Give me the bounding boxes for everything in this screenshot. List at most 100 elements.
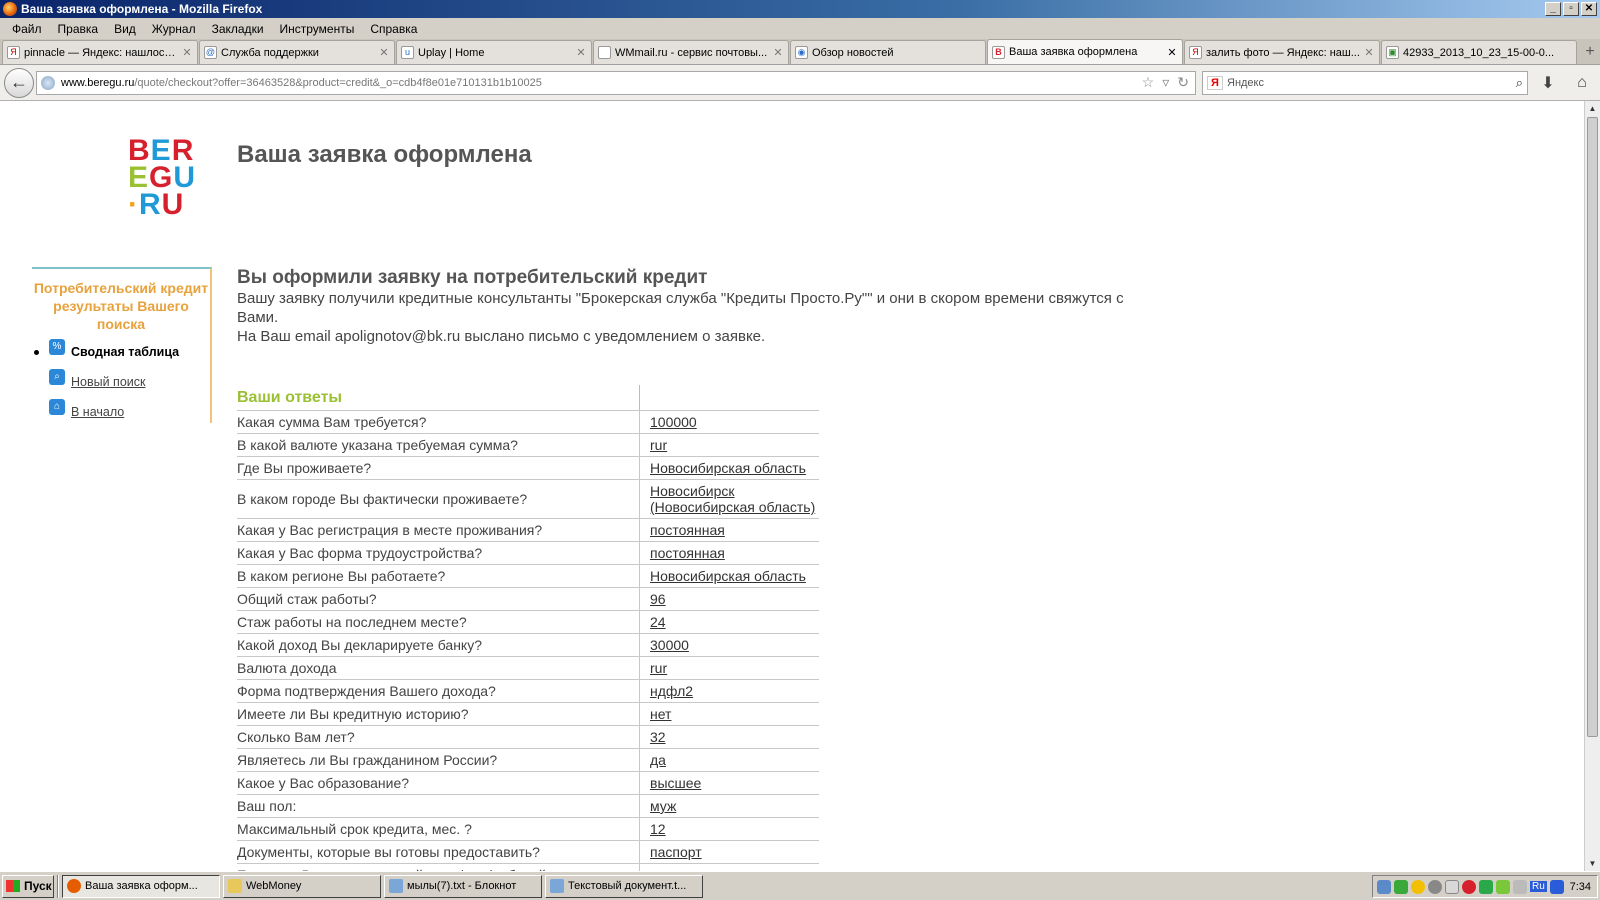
tab[interactable]: @ Служба поддержки ✕ — [199, 40, 395, 64]
tab[interactable]: WMmail.ru - сервис почтовы... ✕ — [593, 40, 789, 64]
scroll-down-icon[interactable]: ▼ — [1585, 856, 1600, 871]
menu-file[interactable]: Файл — [4, 22, 50, 36]
answer-link[interactable]: нет — [640, 864, 819, 871]
scrollbar-thumb[interactable] — [1587, 117, 1598, 737]
antivirus-icon[interactable] — [1462, 879, 1476, 894]
download-icon[interactable]: ⬇ — [1534, 73, 1562, 93]
answer-link[interactable]: нет — [640, 703, 819, 725]
search-input[interactable]: Я Яндекс ⌕ — [1202, 70, 1528, 95]
tab-close-icon[interactable]: ✕ — [378, 46, 390, 59]
answer-link[interactable]: 24 — [640, 611, 819, 633]
taskbar-item-firefox[interactable]: Ваша заявка оформ... — [62, 874, 220, 898]
sidebar-item-label[interactable]: В начало — [71, 405, 124, 419]
sidebar-item-new-search[interactable]: ⌕ Новый поиск — [49, 369, 145, 389]
news-icon: ◉ — [795, 46, 808, 59]
shield-icon[interactable] — [1394, 879, 1408, 894]
reload-icon[interactable]: ↻ — [1177, 74, 1189, 91]
answer-link[interactable]: постоянная — [640, 542, 819, 564]
question-cell: Имеете ли Вы кредитную историю? — [237, 703, 640, 725]
tab[interactable]: Язалить фото — Яндекс: наш... ✕ — [1184, 40, 1380, 64]
home-icon: ⌂ — [49, 399, 65, 415]
answer-link[interactable]: да — [640, 749, 819, 771]
tab-close-icon[interactable]: ✕ — [1363, 46, 1375, 59]
answer-link[interactable]: высшее — [640, 772, 819, 794]
table-icon[interactable] — [1445, 879, 1459, 894]
network-icon[interactable] — [1377, 879, 1391, 894]
volume-icon[interactable] — [1513, 879, 1527, 894]
language-indicator[interactable]: Ru — [1530, 881, 1547, 892]
arrow-icon[interactable] — [1549, 879, 1564, 894]
answer-link[interactable]: Новосибирская область — [640, 565, 819, 587]
settings-icon[interactable] — [1428, 879, 1442, 894]
tab[interactable]: ▣ 42933_2013_10_23_15-00-0... — [1381, 40, 1577, 64]
menu-help[interactable]: Справка — [362, 22, 425, 36]
answer-link[interactable]: 96 — [640, 588, 819, 610]
tab[interactable]: ◉ Обзор новостей — [790, 40, 986, 64]
minimize-button[interactable]: _ — [1545, 2, 1561, 16]
taskbar-item-notepad[interactable]: мылы(7).txt - Блокнот — [384, 874, 542, 898]
sidebar-item-label: Сводная таблица — [71, 345, 180, 359]
sidebar-heading: Потребительский кредит результаты Вашего… — [33, 280, 209, 332]
question-cell: Какой доход Вы декларируете банку? — [237, 634, 640, 656]
tab-active[interactable]: B Ваша заявка оформлена ✕ — [987, 39, 1183, 64]
menu-view[interactable]: Вид — [106, 22, 144, 36]
answer-link[interactable]: Новосибирск (Новосибирская область) — [640, 480, 819, 518]
system-tray: Ru 7:34 — [1372, 875, 1598, 898]
update-icon[interactable] — [1496, 879, 1510, 894]
search-icon[interactable]: ⌕ — [1516, 75, 1523, 91]
menu-edit[interactable]: Правка — [50, 22, 107, 36]
start-button[interactable]: Пуск — [2, 874, 54, 898]
answer-link[interactable]: ндфл2 — [640, 680, 819, 702]
home-icon[interactable]: ⌂ — [1568, 74, 1596, 92]
answer-link[interactable]: муж — [640, 795, 819, 817]
sidebar-item-summary[interactable]: % Сводная таблица — [34, 339, 180, 359]
tab-label: залить фото — Яндекс: наш... — [1206, 46, 1360, 59]
answer-link[interactable]: Новосибирская область — [640, 457, 819, 479]
answer-link[interactable]: паспорт — [640, 841, 819, 863]
taskbar-item-webmoney[interactable]: WebMoney — [223, 874, 381, 898]
beregu-logo[interactable]: BER EGU ·RU — [128, 136, 196, 220]
tab-close-icon[interactable]: ✕ — [575, 46, 587, 59]
tab-close-icon[interactable]: ✕ — [1166, 46, 1178, 59]
page-content: BER EGU ·RU Ваша заявка оформлена Потреб… — [0, 101, 1584, 871]
answer-link[interactable]: 32 — [640, 726, 819, 748]
question-cell: Сколько Вам лет? — [237, 726, 640, 748]
answer-link[interactable]: 12 — [640, 818, 819, 840]
question-cell: Какая сумма Вам требуется? — [237, 411, 640, 433]
table-row: Форма подтверждения Вашего дохода? ндфл2 — [237, 679, 819, 702]
table-row: Где Вы проживаете? Новосибирская область — [237, 456, 819, 479]
app-icon[interactable] — [1479, 879, 1493, 894]
back-arrow-icon[interactable]: ← — [4, 67, 34, 98]
tab-label: WMmail.ru - сервис почтовы... — [615, 46, 768, 59]
menu-bookmarks[interactable]: Закладки — [204, 22, 272, 36]
sidebar-item-label[interactable]: Новый поиск — [71, 375, 145, 389]
answer-link[interactable]: rur — [640, 434, 819, 456]
close-button[interactable]: ✕ — [1581, 2, 1597, 16]
answer-link[interactable]: постоянная — [640, 519, 819, 541]
tab-close-icon[interactable]: ✕ — [772, 46, 784, 59]
answer-link[interactable]: rur — [640, 657, 819, 679]
menu-tools[interactable]: Инструменты — [272, 22, 363, 36]
dropdown-icon[interactable]: ▿ — [1162, 74, 1169, 91]
answer-link[interactable]: 30000 — [640, 634, 819, 656]
star-icon[interactable]: ☆ — [1142, 74, 1155, 91]
menu-history[interactable]: Журнал — [144, 22, 204, 36]
scroll-up-icon[interactable]: ▲ — [1585, 101, 1600, 116]
folder-icon — [228, 879, 242, 893]
tab[interactable]: Яpinnacle — Яндекс: нашлось... ✕ — [2, 40, 198, 64]
vertical-scrollbar[interactable]: ▲ ▼ — [1584, 101, 1600, 871]
site-identity-icon[interactable] — [41, 75, 55, 90]
tab-close-icon[interactable]: ✕ — [181, 46, 193, 59]
new-tab-icon[interactable]: + — [1580, 42, 1600, 64]
url-bar[interactable]: www.beregu.ru/quote/checkout?offer=36463… — [36, 70, 1196, 95]
skype-icon[interactable] — [1411, 879, 1425, 894]
taskbar-item-textdoc[interactable]: Текстовый документ.t... — [545, 874, 703, 898]
sidebar-item-home[interactable]: ⌂ В начало — [49, 399, 124, 419]
question-cell: Где Вы проживаете? — [237, 457, 640, 479]
yandex-engine-icon[interactable]: Я — [1207, 75, 1223, 90]
maximize-button[interactable]: ▫ — [1563, 2, 1579, 16]
window-titlebar: Ваша заявка оформлена - Mozilla Firefox … — [0, 0, 1600, 18]
tab[interactable]: u Uplay | Home ✕ — [396, 40, 592, 64]
question-cell: Какая у Вас форма трудоустройства? — [237, 542, 640, 564]
answer-link[interactable]: 100000 — [640, 411, 819, 433]
